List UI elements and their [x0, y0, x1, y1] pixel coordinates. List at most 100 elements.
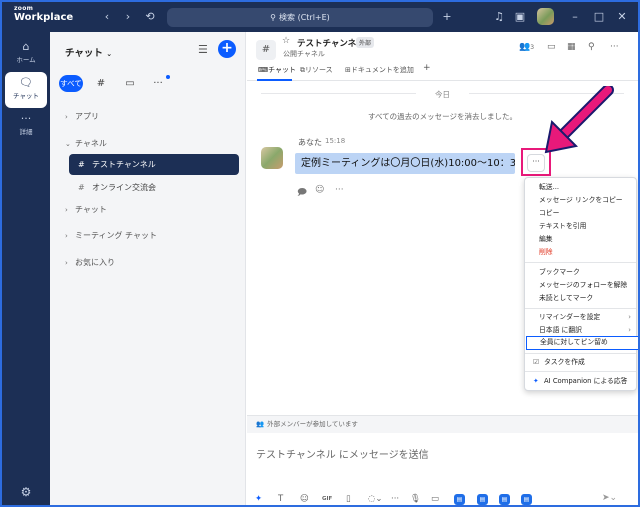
menu-item-mark-unread[interactable]: 未読としてマーク	[525, 292, 636, 305]
zoom-logo: zoom Workplace	[14, 5, 74, 23]
people-icon: 👥	[256, 420, 265, 428]
section-chat[interactable]: › チャット	[65, 204, 107, 215]
star-icon[interactable]: ☆	[282, 36, 290, 46]
left-rail: ⌂ ホーム 🗨 チャット ··· 詳細 ⚙	[2, 32, 50, 505]
filter-icon[interactable]: ☰	[198, 43, 208, 56]
new-chat-button[interactable]: +	[218, 40, 236, 58]
hash-icon: #	[78, 160, 85, 169]
menu-item-forward[interactable]: 転送...	[525, 181, 636, 194]
send-icon[interactable]: ➤⌄	[602, 493, 617, 503]
menu-item-reminder[interactable]: リマインダーを設定 ›	[525, 311, 636, 324]
more-icon[interactable]: ···	[335, 185, 344, 195]
more-icon[interactable]: ···	[610, 42, 619, 52]
channel-item[interactable]: # テストチャンネル	[69, 154, 239, 175]
calendar-icon[interactable]: ▦	[567, 42, 576, 52]
menu-item-copy[interactable]: コピー	[525, 207, 636, 220]
menu-item-bookmark[interactable]: ブックマーク	[525, 266, 636, 279]
tab-chat[interactable]: ⌨チャット	[258, 65, 296, 75]
gif-button[interactable]: GIF	[322, 496, 332, 502]
app-icon[interactable]: ▤	[477, 494, 488, 505]
video-icon[interactable]: ▭	[547, 42, 556, 52]
menu-item-pin-for-everyone[interactable]: 全員に対してピン留め	[526, 336, 638, 350]
chevron-right-icon: ›	[628, 313, 631, 321]
task-icon: ☑	[533, 358, 540, 366]
home-icon: ⌂	[22, 40, 30, 53]
menu-item-delete[interactable]: 削除	[525, 246, 636, 259]
menu-divider	[525, 262, 636, 263]
search-icon[interactable]: ⚲	[588, 42, 595, 52]
more-icon: ···	[20, 112, 32, 125]
chevron-right-icon[interactable]: ›	[120, 9, 136, 25]
app-icon[interactable]: ▤	[499, 494, 510, 505]
reply-icon[interactable]: 🗩	[297, 185, 307, 201]
avatar[interactable]	[537, 8, 554, 25]
external-members-note: 👥 外部メンバーが参加しています	[247, 416, 638, 433]
mic-icon[interactable]: 🎙	[410, 494, 421, 504]
hash-icon: #	[78, 183, 85, 192]
section-apps[interactable]: › アプリ	[65, 111, 99, 122]
message-text[interactable]: 定例ミーティングは〇月〇日(水)10:00～10：30	[295, 153, 515, 174]
channel-tabs: ⌨チャット ⧉リソース ⊞ドキュメントを追加 +	[247, 62, 638, 81]
file-icon[interactable]: ▯	[346, 494, 351, 504]
channel-filter-icon[interactable]: #	[91, 75, 111, 92]
more-filter-icon[interactable]: ···	[148, 75, 168, 92]
chat-filter-icon[interactable]: ▭	[120, 75, 140, 92]
menu-item-unfollow[interactable]: メッセージのフォローを解除	[525, 279, 636, 292]
active-tab-indicator	[257, 79, 292, 81]
members-icon[interactable]: 👥3	[519, 42, 534, 52]
avatar[interactable]	[261, 147, 283, 169]
message-sender[interactable]: あなた	[298, 137, 322, 148]
search-icon: ⚲	[270, 13, 277, 22]
maximize-icon[interactable]: □	[591, 9, 607, 25]
app-window: zoom Workplace ‹ › ⟲ ⚲ 検索 (Ctrl+E) + ♫ ▣ …	[0, 0, 640, 507]
chevron-right-icon: ›	[65, 206, 68, 214]
add-tab-button[interactable]: +	[423, 63, 431, 73]
section-favorites[interactable]: › お気に入り	[65, 257, 115, 268]
menu-item-create-task[interactable]: ☑ タスクを作成	[525, 356, 636, 369]
close-icon[interactable]: ✕	[614, 9, 630, 25]
panel-title[interactable]: チャット ⌄	[65, 45, 112, 59]
menu-item-ai-companion[interactable]: ✦ AI Companion による応答	[525, 375, 636, 388]
title-bar: zoom Workplace ‹ › ⟲ ⚲ 検索 (Ctrl+E) + ♫ ▣ …	[2, 2, 638, 32]
app-icon[interactable]: ▤	[454, 494, 465, 505]
chat-list-panel: チャット ⌄ ☰ + すべて # ▭ ··· › アプリ ⌄ チャネル # テストチャ…	[50, 32, 246, 505]
section-channels[interactable]: ⌄ チャネル	[65, 138, 107, 149]
rail-item-home[interactable]: ⌂ ホーム	[5, 36, 47, 72]
app-icon[interactable]: ▤	[521, 494, 532, 505]
composer: 👥 外部メンバーが参加しています テストチャンネル にメッセージを送信 ✦ T ☺…	[247, 415, 638, 505]
filter-all-pill[interactable]: すべて	[59, 75, 83, 92]
menu-item-edit[interactable]: 編集	[525, 233, 636, 246]
screenshot-icon[interactable]: ◌⌄	[368, 494, 383, 504]
emoji-icon[interactable]: ☺	[315, 185, 324, 195]
emoji-icon[interactable]: ☺	[300, 494, 309, 504]
chevron-left-icon[interactable]: ‹	[99, 9, 115, 25]
tab-resources[interactable]: ⧉リソース	[300, 65, 333, 75]
chevron-right-icon: ›	[65, 259, 68, 267]
rail-item-chat[interactable]: 🗨 チャット	[5, 72, 47, 108]
plus-icon[interactable]: +	[439, 9, 455, 25]
chevron-down-icon: ⌄	[65, 140, 71, 148]
ai-sparkle-icon[interactable]: ✦	[255, 494, 262, 504]
gear-icon[interactable]: ⚙	[18, 485, 34, 499]
history-icon[interactable]: ⟲	[142, 9, 158, 25]
bell-icon[interactable]: ♫	[491, 9, 507, 25]
chat-icon: 🗨	[19, 76, 33, 89]
chevron-right-icon: ›	[65, 232, 68, 240]
message-input[interactable]: テストチャンネル にメッセージを送信	[256, 446, 429, 461]
rail-item-more[interactable]: ··· 詳細	[5, 108, 47, 144]
chevron-right-icon: ›	[65, 113, 68, 121]
channel-item[interactable]: # オンライン交流会	[69, 177, 239, 198]
tab-add-document[interactable]: ⊞ドキュメントを追加	[345, 65, 414, 75]
menu-item-copy-link[interactable]: メッセージ リンクをコピー	[525, 194, 636, 207]
channel-subtitle: 公開チャネル	[283, 50, 325, 58]
section-meeting-chat[interactable]: › ミーティング チャット	[65, 230, 157, 241]
panel-icon[interactable]: ▣	[512, 9, 528, 25]
channel-hash-icon: #	[256, 40, 276, 60]
menu-item-quote[interactable]: テキストを引用	[525, 220, 636, 233]
channel-title[interactable]: テストチャンネル	[297, 37, 365, 49]
text-format-icon[interactable]: T	[278, 494, 283, 504]
video-message-icon[interactable]: ▭	[431, 494, 439, 504]
more-icon[interactable]: ···	[391, 494, 399, 504]
minimize-icon[interactable]: –	[567, 9, 583, 25]
search-input[interactable]: ⚲ 検索 (Ctrl+E)	[167, 8, 433, 27]
